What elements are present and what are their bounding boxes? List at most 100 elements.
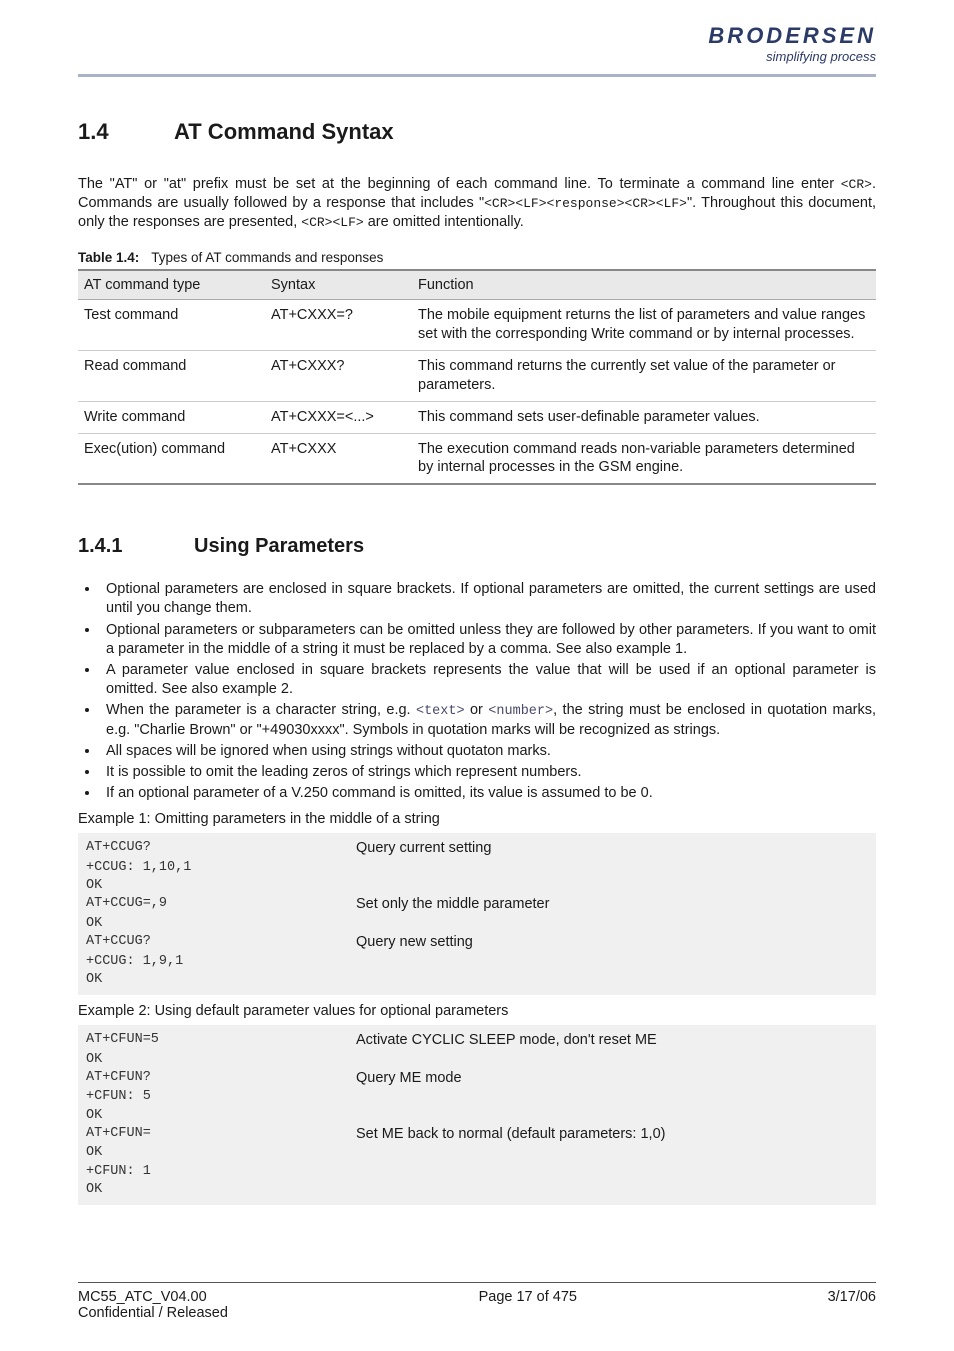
footer-page: Page 17 of 475 (479, 1289, 577, 1321)
example1-codeblock: AT+CCUG?Query current setting +CCUG: 1,1… (78, 833, 876, 995)
footer-divider (78, 1282, 876, 1283)
cell-function: The mobile equipment returns the list of… (412, 300, 876, 351)
page-header: BRODERSEN simplifying process (78, 25, 876, 70)
section-heading-1-4-1: 1.4.1Using Parameters (78, 535, 876, 558)
list-item: When the parameter is a character string… (100, 701, 876, 740)
brand-name: BRODERSEN (708, 25, 876, 47)
section-number: 1.4 (78, 119, 174, 145)
li4-text-a: When the parameter is a character string… (106, 702, 416, 718)
list-item: It is possible to omit the leading zeros… (100, 763, 876, 782)
code-row: OK (86, 1107, 868, 1125)
list-item: If an optional parameter of a V.250 comm… (100, 784, 876, 803)
cell-type: Read command (78, 351, 265, 402)
brand-tagline: simplifying process (708, 49, 876, 64)
table-row: Read command AT+CXXX? This command retur… (78, 351, 876, 402)
parameter-notes-list: Optional parameters are enclosed in squa… (78, 580, 876, 803)
cell-function: This command sets user-definable paramet… (412, 401, 876, 433)
code-desc: Activate CYCLIC SLEEP mode, don't reset … (356, 1031, 657, 1051)
list-item: Optional parameters or subparameters can… (100, 621, 876, 659)
code-cmd: OK (86, 915, 356, 933)
th-syntax: Syntax (265, 270, 412, 300)
table-caption: Table 1.4: Types of AT commands and respo… (78, 250, 876, 265)
code-cmd: AT+CCUG=,9 (86, 895, 356, 915)
code-row: AT+CFUN?Query ME mode (86, 1069, 868, 1089)
code-row: OK (86, 877, 868, 895)
code-desc: Set only the middle parameter (356, 895, 549, 915)
code-cmd: AT+CFUN=5 (86, 1031, 356, 1051)
code-row: +CCUG: 1,9,1 (86, 953, 868, 971)
code-row: OK (86, 1051, 868, 1069)
at-command-types-table: AT command type Syntax Function Test com… (78, 269, 876, 485)
footer-doc-id: MC55_ATC_V04.00 (78, 1289, 228, 1305)
section-heading-1-4: 1.4AT Command Syntax (78, 119, 876, 145)
intro-text-1: The "AT" or "at" prefix must be set at t… (78, 176, 841, 192)
li4-tt2: <number> (488, 704, 553, 719)
code-row: AT+CFUN=Set ME back to normal (default p… (86, 1125, 868, 1145)
header-divider (78, 74, 876, 77)
cell-function: The execution command reads non-variable… (412, 433, 876, 484)
code-cmd: +CFUN: 5 (86, 1088, 356, 1106)
cell-syntax: AT+CXXX (265, 433, 412, 484)
li4-tt1: <text> (416, 704, 465, 719)
code-row: AT+CFUN=5Activate CYCLIC SLEEP mode, don… (86, 1031, 868, 1051)
th-function: Function (412, 270, 876, 300)
section-title: AT Command Syntax (174, 119, 394, 144)
example2-label: Example 2: Using default parameter value… (78, 1003, 876, 1019)
table-row: Test command AT+CXXX=? The mobile equipm… (78, 300, 876, 351)
intro-paragraph: The "AT" or "at" prefix must be set at t… (78, 175, 876, 232)
li4-text-b: or (465, 702, 489, 718)
subsection-number: 1.4.1 (78, 535, 194, 558)
list-item: Optional parameters are enclosed in squa… (100, 580, 876, 618)
intro-text-4: are omitted intentionally. (364, 214, 524, 230)
code-cmd: AT+CFUN? (86, 1069, 356, 1089)
intro-crlf: <CR><LF> (301, 215, 363, 230)
table-caption-label: Table 1.4: (78, 250, 139, 265)
cell-function: This command returns the currently set v… (412, 351, 876, 402)
cell-type: Write command (78, 401, 265, 433)
code-desc: Query ME mode (356, 1069, 462, 1089)
code-cmd: +CCUG: 1,10,1 (86, 859, 356, 877)
footer-confidential: Confidential / Released (78, 1305, 228, 1321)
code-cmd: OK (86, 877, 356, 895)
th-type: AT command type (78, 270, 265, 300)
table-row: Exec(ution) command AT+CXXX The executio… (78, 433, 876, 484)
code-cmd: OK (86, 1051, 356, 1069)
code-cmd: OK (86, 1144, 356, 1162)
code-row: +CFUN: 5 (86, 1088, 868, 1106)
cell-syntax: AT+CXXX=? (265, 300, 412, 351)
code-cmd: AT+CCUG? (86, 839, 356, 859)
code-row: AT+CCUG=,9Set only the middle parameter (86, 895, 868, 915)
example2-codeblock: AT+CFUN=5Activate CYCLIC SLEEP mode, don… (78, 1025, 876, 1205)
subsection-title: Using Parameters (194, 535, 364, 557)
list-item: A parameter value enclosed in square bra… (100, 661, 876, 699)
cell-type: Test command (78, 300, 265, 351)
code-cmd: +CCUG: 1,9,1 (86, 953, 356, 971)
footer-date: 3/17/06 (828, 1289, 876, 1321)
table-row: Write command AT+CXXX=<...> This command… (78, 401, 876, 433)
code-desc: Query current setting (356, 839, 491, 859)
code-cmd: AT+CCUG? (86, 933, 356, 953)
code-row: OK (86, 971, 868, 989)
brand-logo: BRODERSEN simplifying process (708, 25, 876, 64)
code-row: AT+CCUG?Query new setting (86, 933, 868, 953)
cell-syntax: AT+CXXX=<...> (265, 401, 412, 433)
code-row: +CCUG: 1,10,1 (86, 859, 868, 877)
code-cmd: OK (86, 1181, 356, 1199)
list-item: All spaces will be ignored when using st… (100, 742, 876, 761)
code-row: AT+CCUG?Query current setting (86, 839, 868, 859)
example1-label: Example 1: Omitting parameters in the mi… (78, 811, 876, 827)
intro-cr: <CR> (841, 177, 872, 192)
page-footer: MC55_ATC_V04.00 Confidential / Released … (78, 1282, 876, 1321)
cell-type: Exec(ution) command (78, 433, 265, 484)
code-cmd: OK (86, 1107, 356, 1125)
code-cmd: AT+CFUN= (86, 1125, 356, 1145)
code-cmd: OK (86, 971, 356, 989)
code-cmd: +CFUN: 1 (86, 1163, 356, 1181)
intro-resp: <CR><LF><response><CR><LF> (484, 196, 687, 211)
table-caption-text: Types of AT commands and responses (151, 250, 383, 265)
code-row: +CFUN: 1 (86, 1163, 868, 1181)
code-desc: Set ME back to normal (default parameter… (356, 1125, 665, 1145)
code-row: OK (86, 1144, 868, 1162)
code-desc: Query new setting (356, 933, 473, 953)
code-row: OK (86, 1181, 868, 1199)
